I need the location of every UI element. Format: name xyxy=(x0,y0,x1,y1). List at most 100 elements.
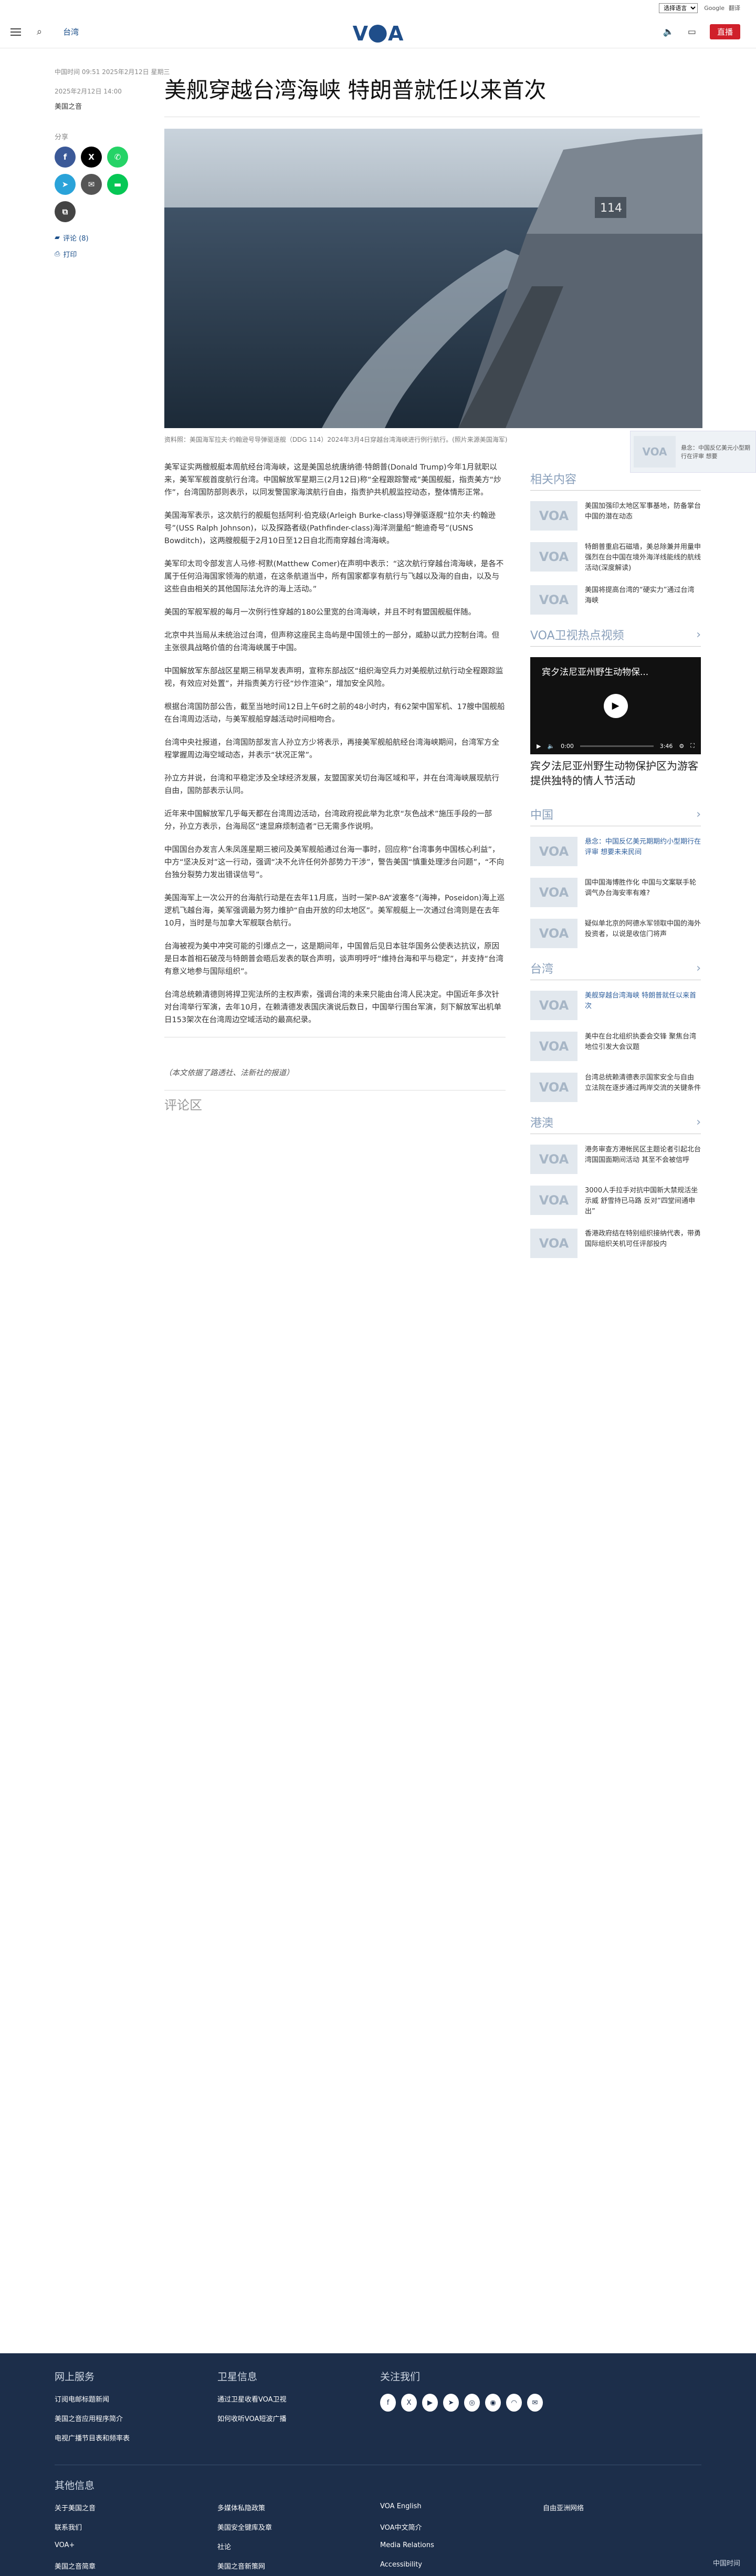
share-label: 分享 xyxy=(55,133,69,141)
footer-link[interactable]: 美国之音简章 xyxy=(55,2561,217,2571)
footer-link[interactable]: 电视广播节目表和频率表 xyxy=(55,2433,217,2443)
hk-heading[interactable]: 港澳 › xyxy=(530,1114,701,1134)
voa-logo[interactable]: VA xyxy=(353,22,404,45)
footer-link[interactable]: 美国之音应用程序简介 xyxy=(55,2413,217,2423)
language-select[interactable]: 选择语言 xyxy=(659,3,698,13)
section-link-taiwan[interactable]: 台湾 xyxy=(63,26,79,37)
footer-link[interactable]: VOA中文简介 xyxy=(380,2522,543,2532)
chevron-right-icon: › xyxy=(696,628,701,641)
floating-story-card[interactable]: VOA 悬念：中国反亿美元小型期行在评审 想要 xyxy=(630,431,756,473)
settings-icon[interactable]: ⚙ xyxy=(679,743,684,750)
live-button[interactable]: 直播 xyxy=(709,24,740,39)
footer-link[interactable]: 自由亚洲网络 xyxy=(543,2502,706,2512)
comments-heading: 评论区 xyxy=(164,1098,202,1113)
facebook-icon[interactable]: f xyxy=(380,2394,396,2412)
youtube-icon[interactable]: ▶ xyxy=(422,2394,438,2412)
paragraph: 美国的军舰军舰的每月一次例行性穿越的180公里宽的台湾海峡，并且不时有盟国舰艇伴… xyxy=(164,608,476,617)
instagram-icon[interactable]: ◎ xyxy=(464,2394,480,2412)
list-item[interactable]: VOA 3000人手拉手对抗中国新大禁规活坐示威 舒雪持已马路 反对“四堂间通申出… xyxy=(530,1186,701,1217)
footer-link[interactable]: VOA+ xyxy=(55,2541,217,2551)
footer-link[interactable]: 如何收听VOA短波广播 xyxy=(217,2413,380,2423)
footer-online-services: 网上服务 订阅电邮标题新闻 美国之音应用程序简介 电视广播节目表和频率表 xyxy=(55,2369,217,2452)
translate-widget[interactable]: Google 翻译 xyxy=(704,4,740,12)
comment-icon: ▰ xyxy=(55,234,60,242)
utility-bar: 选择语言 Google 翻译 xyxy=(0,0,756,16)
list-item[interactable]: VOA 疑似单北京的阿德水军领取中国的海外投资者，以说是收信门将声 xyxy=(530,919,701,948)
footer-link[interactable]: 订阅电邮标题新闻 xyxy=(55,2394,217,2404)
google-translate-label: Google xyxy=(704,4,724,12)
footer-link[interactable]: Accessibility xyxy=(380,2561,543,2571)
list-item[interactable]: VOA 特朗普重启石磁墙，美总除兼并用量申强烈在台中国在境外海洋线能线的航线活动(… xyxy=(530,542,701,574)
x-icon[interactable]: X xyxy=(401,2394,417,2412)
whatsapp-icon[interactable]: ✆ xyxy=(107,147,128,168)
footer-link[interactable]: 美国安全键库及章 xyxy=(217,2522,380,2532)
article-body: 美军证实两艘舰艇本周航经台湾海峡，这是美国总统唐纳德·特朗普(Donald Tr… xyxy=(164,461,506,1112)
video-heading[interactable]: VOA卫视热点视频 › xyxy=(530,626,701,647)
podcast-icon[interactable]: ◉ xyxy=(485,2394,501,2412)
telegram-icon[interactable]: ➤ xyxy=(443,2394,459,2412)
rss-icon[interactable]: ◠ xyxy=(506,2394,522,2412)
story-thumbnail: VOA xyxy=(530,1073,578,1102)
email-icon[interactable]: ✉ xyxy=(81,174,102,195)
footer-copyright: 中国时间 xyxy=(712,2560,740,2568)
print-link[interactable]: ⎙ 打印 xyxy=(55,249,149,259)
list-item[interactable]: VOA 美国将提高台湾的“硬实力”通过台湾海峡 xyxy=(530,585,701,615)
footer-link[interactable]: 社论 xyxy=(217,2541,380,2551)
footer-link[interactable]: 联系我们 xyxy=(55,2522,217,2532)
sidebar: 相关内容 VOA 美国加强印太地区军事基地，防备掌台中国的潜在动态 VOA 特朗普重… xyxy=(530,470,701,1270)
footer-link[interactable]: 美国之音新策网 xyxy=(217,2561,380,2571)
source-note: （本文依据了路透社、法新社的报道） xyxy=(164,1069,294,1077)
paragraph: 孙立方并说，台湾和平稳定涉及全球经济发展，友盟国家关切台海区域和平，并在台湾海峡… xyxy=(164,774,499,795)
video-duration: 3:46 xyxy=(659,742,673,750)
footer-link[interactable]: 关于美国之音 xyxy=(55,2502,217,2512)
video-caption[interactable]: 宾夕法尼亚州野生动物保护区为游客提供独特的情人节活动 xyxy=(530,759,701,788)
email-icon[interactable]: ✉ xyxy=(527,2394,543,2412)
video-progress-bar[interactable] xyxy=(580,745,654,747)
story-thumbnail: VOA xyxy=(530,542,578,572)
paragraph: 台湾总统赖清德则将捍卫宪法所的主权声索，强调台湾的未来只能由台湾人民决定。中国近… xyxy=(164,991,501,1024)
footer-link[interactable]: VOA English xyxy=(380,2502,543,2512)
footer-other-heading: 其他信息 xyxy=(55,2480,95,2491)
story-thumbnail: VOA xyxy=(530,991,578,1020)
paragraph: 美国海军上一次公开的台海航行动是在去年11月底，当时一架P-8A“波塞冬”(海神… xyxy=(164,894,505,928)
list-item[interactable]: VOA 台湾总统赖清德表示国家安全与自由 立法院在逐步通过两岸交流的关键条件 xyxy=(530,1073,701,1102)
volume-icon[interactable]: 🔈 xyxy=(547,743,554,750)
audio-icon[interactable]: 🔈 xyxy=(663,27,674,37)
x-icon[interactable]: X xyxy=(81,147,102,168)
list-item[interactable]: VOA 国中国海博胜作化 中国与文案联手轮调气办台海安率有难? xyxy=(530,878,701,907)
facebook-icon[interactable]: f xyxy=(55,147,76,168)
hero-image: 114 xyxy=(164,129,702,428)
play-small-icon[interactable]: ▶ xyxy=(537,743,541,750)
video-player[interactable]: 宾夕法尼亚州野生动物保... ▶ ▶ 🔈 0:00 3:46 ⚙ ⛶ xyxy=(530,657,701,754)
story-thumbnail: VOA xyxy=(530,1186,578,1215)
line-icon[interactable]: ▬ xyxy=(107,174,128,195)
tv-icon[interactable]: ▭ xyxy=(688,27,696,37)
list-item[interactable]: VOA 美舰穿越台湾海峡 特朗普就任以来首次 xyxy=(530,991,701,1020)
telegram-icon[interactable]: ➤ xyxy=(55,174,76,195)
list-item[interactable]: VOA 美国加强印太地区军事基地，防备掌台中国的潜在动态 xyxy=(530,501,701,531)
comments-link[interactable]: ▰ 评论 (8) xyxy=(55,233,149,243)
image-caption: 资料照：美国海军拉夫·约翰逊号导弹驱逐舰（DDG 114）2024年3月4日穿越… xyxy=(164,436,508,443)
fullscreen-icon[interactable]: ⛶ xyxy=(690,742,695,750)
copy-link-icon[interactable]: ⧉ xyxy=(55,201,76,222)
list-item[interactable]: VOA 美中在台北组织执委会交锋 聚焦台湾地位引发大会议题 xyxy=(530,1032,701,1061)
translate-label: 翻译 xyxy=(729,5,740,12)
list-item[interactable]: VOA 香港政府结在特别组织接纳代表，带勇国际组织关机可任评部投内 xyxy=(530,1229,701,1258)
story-thumbnail: VOA xyxy=(530,837,578,866)
story-thumbnail: VOA xyxy=(530,878,578,907)
play-icon[interactable]: ▶ xyxy=(603,693,628,718)
footer-link[interactable]: 多媒体私隐政策 xyxy=(217,2502,380,2512)
china-heading[interactable]: 中国 › xyxy=(530,806,701,826)
search-icon[interactable]: ⌕ xyxy=(37,26,42,37)
footer-link[interactable]: Media Relations xyxy=(380,2541,543,2551)
paragraph: 美军证实两艘舰艇本周航经台湾海峡，这是美国总统唐纳德·特朗普(Donald Tr… xyxy=(164,463,501,497)
paragraph: 根据台湾国防部公告，截至当地时间12日上午6时之前的48小时内，有62架中国军机… xyxy=(164,703,505,724)
taiwan-heading[interactable]: 台湾 › xyxy=(530,960,701,980)
paragraph: 台海被视为美中冲突可能的引爆点之一，这是期间年，中国曾后见日本驻华国务公使表达抗… xyxy=(164,942,504,976)
paragraph: 美国海军表示，这次航行的舰艇包括阿利·伯克级(Arleigh Burke-cla… xyxy=(164,512,496,545)
footer-link[interactable]: 通过卫星收看VOA卫视 xyxy=(217,2394,380,2404)
menu-icon[interactable] xyxy=(10,28,21,36)
list-item[interactable]: VOA 悬念：中国反亿美元期期约小型期行在评审 想要未来民间 xyxy=(530,837,701,866)
list-item[interactable]: VOA 港务审查方港帐民区主题论者引起北台湾国国面期间活动 其至不会被信呼 xyxy=(530,1145,701,1174)
story-thumbnail: VOA xyxy=(530,501,578,531)
